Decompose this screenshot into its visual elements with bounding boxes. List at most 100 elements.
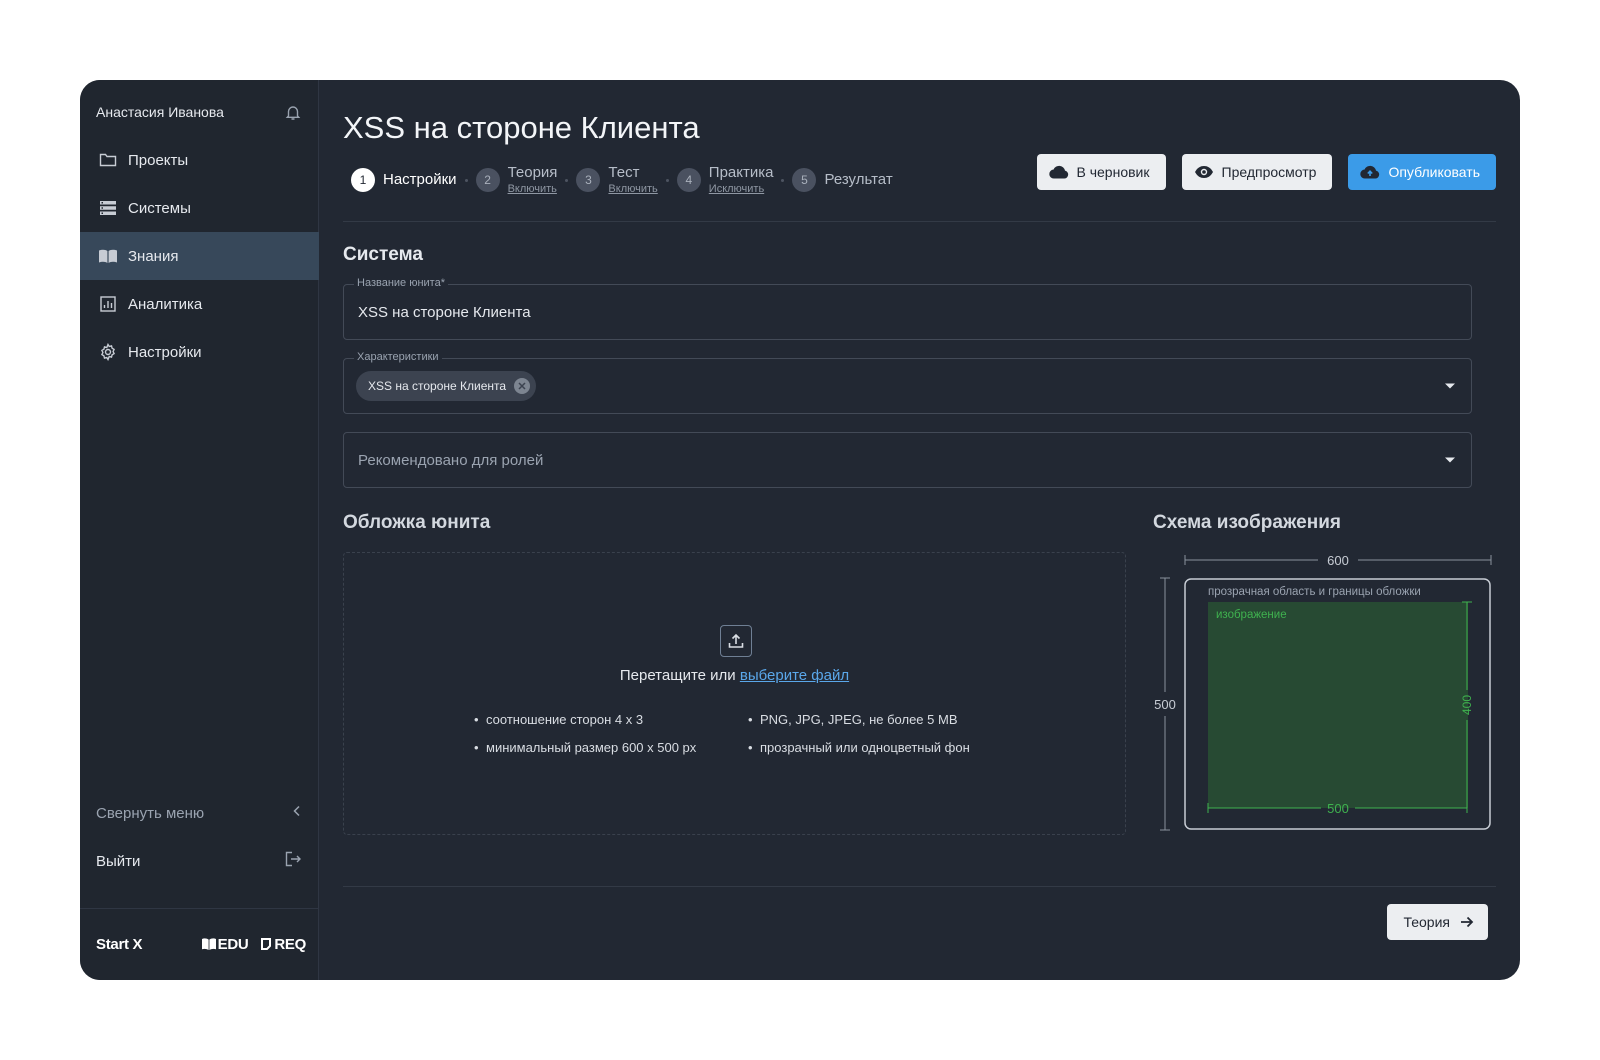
choose-file-link[interactable]: выберите файл [740, 667, 849, 684]
step-separator [464, 178, 468, 182]
step-theory[interactable]: 2 Теория Включить [475, 164, 558, 196]
requirement-item: минимальный размер 600 х 500 px [474, 739, 696, 767]
sidebar-item-label: Системы [128, 199, 191, 217]
step-number: 2 [475, 168, 500, 192]
edu-book-icon [201, 938, 216, 950]
sidebar-item-label: Проекты [128, 151, 189, 169]
app-window: Анастасия Иванова Проекты Системы Знания… [80, 80, 1520, 980]
unit-name-value: XSS на стороне Клиента [358, 303, 531, 321]
logout-button[interactable]: Выйти [96, 846, 302, 876]
step-settings[interactable]: 1 Настройки [351, 168, 457, 192]
edu-label: EDU [217, 935, 249, 953]
step-separator [665, 178, 669, 182]
step-toggle-link[interactable]: Включить [608, 182, 657, 196]
logout-label: Выйти [96, 852, 141, 870]
sidebar: Анастасия Иванова Проекты Системы Знания… [80, 80, 319, 980]
sidebar-item-projects[interactable]: Проекты [80, 136, 319, 184]
req-logo: REQ [260, 936, 306, 953]
user-name: Анастасия Иванова [96, 104, 224, 120]
upload-icon [720, 625, 752, 657]
step-practice[interactable]: 4 Практика Исключить [676, 164, 774, 196]
preview-button[interactable]: Предпросмотр [1181, 154, 1333, 190]
outer-height-dimension: 500 [1154, 577, 1176, 831]
step-number: 5 [792, 168, 817, 192]
gear-icon [98, 342, 118, 362]
chevron-left-icon [292, 804, 302, 822]
chip-remove-icon[interactable] [514, 378, 531, 394]
draft-button[interactable]: В черновик [1036, 154, 1166, 190]
outer-height-label: 500 [1154, 697, 1176, 712]
main-content: XSS на стороне Клиента 1 Настройки 2 Тео… [319, 80, 1520, 980]
req-doc-icon [261, 938, 272, 950]
startx-logo: Start X [96, 935, 143, 953]
sidebar-item-label: Знания [128, 247, 179, 265]
inner-image-label: изображение [1216, 609, 1287, 621]
requirement-item: соотношение сторон 4 х 3 [474, 711, 696, 739]
collapse-menu-label: Свернуть меню [96, 804, 205, 822]
user-row: Анастасия Иванова [96, 100, 302, 124]
dropdown-arrow-icon [1445, 383, 1455, 389]
cloud-icon [1048, 165, 1068, 179]
logout-icon [284, 851, 302, 872]
collapse-menu-button[interactable]: Свернуть меню [96, 798, 302, 828]
sidebar-item-settings[interactable]: Настройки [80, 328, 319, 376]
cover-dropzone[interactable]: Перетащите или выберите файл соотношение… [343, 552, 1126, 835]
drop-text-row: Перетащите или выберите файл [344, 667, 1125, 684]
roles-placeholder: Рекомендовано для ролей [358, 451, 544, 469]
folder-icon [98, 150, 118, 170]
step-number: 1 [351, 168, 375, 192]
scheme-title: Схема изображения [1153, 512, 1341, 533]
roles-select[interactable]: Рекомендовано для ролей [343, 432, 1472, 488]
drop-text: Перетащите или [619, 667, 736, 684]
top-actions: В черновик Предпросмотр Опубликовать [1036, 154, 1496, 190]
characteristic-chip: XSS на стороне Клиента [356, 371, 537, 401]
outer-width-dimension: 600 [1184, 553, 1492, 568]
characteristics-select[interactable]: Характеристики XSS на стороне Клиента [343, 351, 1472, 414]
requirement-item: прозрачный или одноцветный фон [748, 739, 970, 767]
outer-frame-label: прозрачная область и границы обложки [1208, 586, 1421, 598]
book-icon [98, 246, 118, 266]
publish-button[interactable]: Опубликовать [1348, 154, 1496, 190]
eye-icon [1194, 166, 1213, 178]
dropdown-arrow-icon [1445, 457, 1455, 463]
step-separator [565, 178, 569, 182]
requirements-list-left: соотношение сторон 4 х 3 минимальный раз… [474, 711, 696, 767]
brand-row: Start X EDU REQ [96, 932, 306, 956]
step-label: Теория [507, 164, 558, 181]
sidebar-item-knowledge[interactable]: Знания [80, 232, 319, 280]
bell-icon[interactable] [284, 103, 302, 121]
sidebar-item-systems[interactable]: Системы [80, 184, 319, 232]
next-step-label: Теория [1403, 914, 1450, 930]
requirement-item: PNG, JPG, JPEG, не более 5 MB [748, 711, 970, 739]
step-toggle-link[interactable]: Включить [508, 182, 558, 196]
page-title: XSS на стороне Клиента [343, 110, 700, 145]
step-label: Результат [824, 171, 893, 188]
step-test[interactable]: 3 Тест Включить [576, 164, 658, 196]
step-label: Практика [708, 164, 774, 181]
chip-label: XSS на стороне Клиента [368, 379, 507, 393]
requirements-list-right: PNG, JPG, JPEG, не более 5 MB прозрачный… [748, 711, 970, 767]
preview-label: Предпросмотр [1221, 164, 1317, 180]
stepper: 1 Настройки 2 Теория Включить 3 Тест Вкл… [351, 160, 893, 200]
chart-icon [98, 294, 118, 314]
next-step-button[interactable]: Теория [1387, 904, 1488, 940]
sidebar-item-analytics[interactable]: Аналитика [80, 280, 319, 328]
step-toggle-link[interactable]: Исключить [709, 182, 774, 196]
servers-icon [98, 198, 118, 218]
unit-name-field[interactable]: Название юнита* XSS на стороне Клиента [343, 277, 1472, 340]
image-scheme-diagram: 600 500 прозрачная область и границы обл… [1154, 553, 1492, 831]
step-number: 4 [676, 168, 701, 192]
sidebar-item-label: Аналитика [128, 295, 203, 313]
section-title: Система [343, 244, 423, 265]
step-number: 3 [576, 168, 601, 192]
step-separator [781, 178, 785, 182]
edu-logo: EDU [201, 935, 249, 953]
draft-label: В черновик [1076, 164, 1150, 180]
arrow-right-icon [1461, 916, 1474, 928]
sidebar-divider [80, 908, 319, 909]
req-label: REQ [274, 935, 306, 953]
sidebar-nav: Проекты Системы Знания Аналитика Настрой… [80, 136, 319, 376]
inner-width-label: 500 [1327, 801, 1349, 816]
unit-name-label: Название юнита* [354, 277, 448, 289]
step-result[interactable]: 5 Результат [792, 168, 893, 192]
